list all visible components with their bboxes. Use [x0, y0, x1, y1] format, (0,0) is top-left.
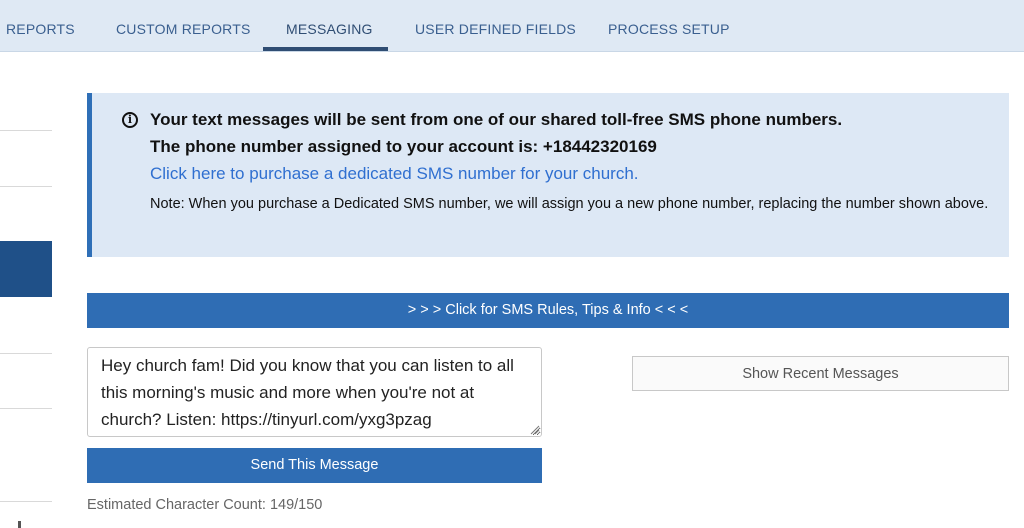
sidebar-divider [0, 186, 52, 187]
sidebar-edge-mark [18, 521, 21, 528]
sidebar-divider [0, 501, 52, 502]
sidebar-item-active[interactable] [0, 241, 52, 297]
sidebar-divider [0, 353, 52, 354]
tab-custom-reports[interactable]: CUSTOM REPORTS [116, 0, 251, 52]
character-count: Estimated Character Count: 149/150 [87, 497, 323, 513]
tab-process-setup[interactable]: PROCESS SETUP [608, 0, 730, 52]
send-message-button[interactable]: Send This Message [87, 448, 542, 483]
notice-assigned-number-text: The phone number assigned to your accoun… [150, 137, 657, 156]
message-textarea[interactable] [87, 347, 542, 437]
show-recent-messages-button[interactable]: Show Recent Messages [632, 356, 1009, 391]
resize-handle-icon[interactable] [530, 425, 540, 435]
info-icon: i [122, 112, 138, 128]
purchase-dedicated-number-link[interactable]: Click here to purchase a dedicated SMS n… [150, 164, 639, 184]
top-navigation: REPORTS CUSTOM REPORTS MESSAGING USER DE… [0, 0, 1024, 52]
tab-messaging[interactable]: MESSAGING [286, 0, 373, 52]
sms-notice-panel: i Your text messages will be sent from o… [87, 93, 1009, 257]
tab-user-defined-fields[interactable]: USER DEFINED FIELDS [415, 0, 576, 52]
sidebar-divider [0, 408, 52, 409]
notice-note-text: Note: When you purchase a Dedicated SMS … [150, 196, 989, 212]
sidebar-divider [0, 130, 52, 131]
notice-shared-number-text: Your text messages will be sent from one… [150, 110, 843, 129]
tab-reports[interactable]: REPORTS [6, 0, 75, 52]
sms-rules-toggle-button[interactable]: > > > Click for SMS Rules, Tips & Info <… [87, 293, 1009, 328]
active-tab-indicator [263, 47, 388, 51]
